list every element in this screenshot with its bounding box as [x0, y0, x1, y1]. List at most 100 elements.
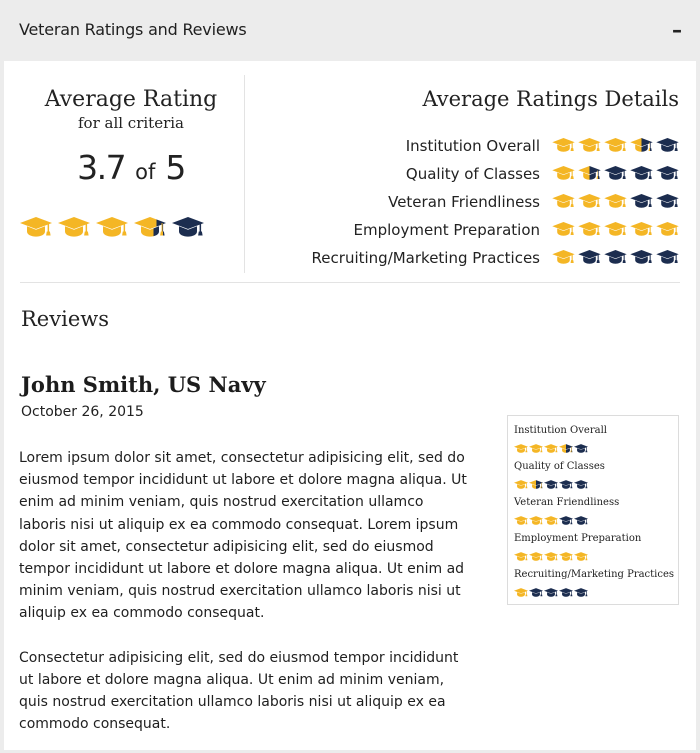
review-author: John Smith, US Navy: [21, 372, 266, 397]
graduation-cap-icon: [552, 221, 575, 240]
detail-label: Quality of Classes: [405, 165, 540, 183]
graduation-cap-icon: [172, 217, 204, 241]
graduation-cap-icon: [552, 137, 575, 156]
review-rating-caps: [514, 474, 678, 493]
graduation-cap-icon: [574, 510, 588, 529]
score-of: of: [135, 160, 156, 184]
ratings-details-title: Average Ratings Details: [422, 87, 679, 111]
graduation-cap-icon: [529, 438, 543, 457]
panel-header: Veteran Ratings and Reviews –: [0, 0, 700, 58]
graduation-cap-icon: [630, 193, 653, 212]
graduation-cap-icon: [96, 217, 128, 241]
panel-body: Average Rating for all criteria 3.7 of 5…: [4, 61, 696, 750]
graduation-cap-icon: [630, 221, 653, 240]
average-rating-score: 3.7 of 5: [18, 148, 244, 187]
graduation-cap-icon: [514, 582, 528, 601]
score-max: 5: [165, 148, 186, 187]
review-text: Lorem ipsum dolor sit amet, consectetur …: [19, 447, 469, 753]
detail-rating-caps: [552, 221, 679, 240]
review-rating-item: Recruiting/Marketing Practices: [514, 568, 678, 604]
graduation-cap-icon: [552, 193, 575, 212]
ratings-details: Average Ratings Details Institution Over…: [264, 75, 679, 273]
graduation-cap-icon: [559, 510, 573, 529]
graduation-cap-icon: [134, 217, 166, 241]
graduation-cap-icon: [604, 165, 627, 184]
average-rating-subtitle: for all criteria: [77, 114, 184, 132]
graduation-cap-icon: [656, 137, 679, 156]
graduation-cap-icon: [574, 438, 588, 457]
detail-rating-caps: [552, 165, 679, 184]
graduation-cap-icon: [514, 546, 528, 565]
graduation-cap-icon: [604, 221, 627, 240]
graduation-cap-icon: [544, 510, 558, 529]
graduation-cap-icon: [552, 249, 575, 268]
detail-label: Veteran Friendliness: [388, 193, 540, 211]
graduation-cap-icon: [604, 193, 627, 212]
graduation-cap-icon: [574, 546, 588, 565]
graduation-cap-icon: [529, 510, 543, 529]
review-rating-caps: [514, 546, 678, 565]
review-rating-item: Quality of Classes: [514, 460, 678, 496]
graduation-cap-icon: [514, 510, 528, 529]
graduation-cap-icon: [514, 474, 528, 493]
graduation-cap-icon: [578, 165, 601, 184]
graduation-cap-icon: [544, 582, 558, 601]
detail-rating-caps: [552, 249, 679, 268]
detail-row-veteran-friendliness: Veteran Friendliness: [388, 188, 679, 216]
graduation-cap-icon: [559, 546, 573, 565]
rating-summary: Average Rating for all criteria 3.7 of 5…: [4, 61, 696, 282]
review-rating-label: Recruiting/Marketing Practices: [514, 569, 675, 580]
graduation-cap-icon: [529, 546, 543, 565]
review-rating-caps: [514, 582, 678, 601]
detail-row-employment-preparation: Employment Preparation: [354, 216, 679, 244]
review-rating-label: Quality of Classes: [514, 461, 605, 472]
detail-row-recruiting-marketing: Recruiting/Marketing Practices: [312, 244, 679, 272]
graduation-cap-icon: [604, 249, 627, 268]
detail-rating-caps: [552, 137, 679, 156]
reviews-title: Reviews: [21, 307, 109, 331]
graduation-cap-icon: [544, 546, 558, 565]
detail-row-quality-of-classes: Quality of Classes: [406, 160, 679, 188]
collapse-button[interactable]: –: [672, 18, 682, 40]
panel-title: Veteran Ratings and Reviews: [19, 19, 247, 39]
graduation-cap-icon: [630, 249, 653, 268]
detail-label: Institution Overall: [405, 137, 540, 155]
graduation-cap-icon: [544, 438, 558, 457]
review-rating-caps: [514, 510, 678, 529]
horizontal-divider: [20, 282, 680, 283]
graduation-cap-icon: [514, 438, 528, 457]
review-rating-item: Institution Overall: [514, 424, 678, 460]
graduation-cap-icon: [529, 582, 543, 601]
graduation-cap-icon: [529, 474, 543, 493]
average-rating-caps: [20, 217, 204, 241]
review-rating-label: Institution Overall: [514, 425, 607, 436]
graduation-cap-icon: [604, 137, 627, 156]
review-paragraph: Lorem ipsum dolor sit amet, consectetur …: [19, 450, 467, 622]
graduation-cap-icon: [559, 582, 573, 601]
graduation-cap-icon: [656, 165, 679, 184]
average-rating-title: Average Rating: [44, 87, 218, 112]
graduation-cap-icon: [574, 582, 588, 601]
graduation-cap-icon: [578, 249, 601, 268]
score-value: 3.7: [77, 148, 126, 187]
graduation-cap-icon: [630, 137, 653, 156]
graduation-cap-icon: [574, 474, 588, 493]
graduation-cap-icon: [20, 217, 52, 241]
graduation-cap-icon: [559, 474, 573, 493]
review-ratings-box: Institution Overall Quality of Classes V…: [507, 415, 679, 605]
review-paragraph: Consectetur adipisicing elit, sed do eiu…: [19, 649, 459, 733]
review-rating-item: Employment Preparation: [514, 532, 678, 568]
detail-rating-caps: [552, 193, 679, 212]
graduation-cap-icon: [656, 193, 679, 212]
vertical-divider: [244, 75, 245, 273]
graduation-cap-icon: [630, 165, 653, 184]
graduation-cap-icon: [578, 221, 601, 240]
graduation-cap-icon: [552, 165, 575, 184]
graduation-cap-icon: [578, 193, 601, 212]
graduation-cap-icon: [58, 217, 90, 241]
review-rating-item: Veteran Friendliness: [514, 496, 678, 532]
review-rating-caps: [514, 438, 678, 457]
review-date: October 26, 2015: [21, 404, 144, 420]
detail-row-institution-overall: Institution Overall: [406, 132, 679, 160]
graduation-cap-icon: [578, 137, 601, 156]
